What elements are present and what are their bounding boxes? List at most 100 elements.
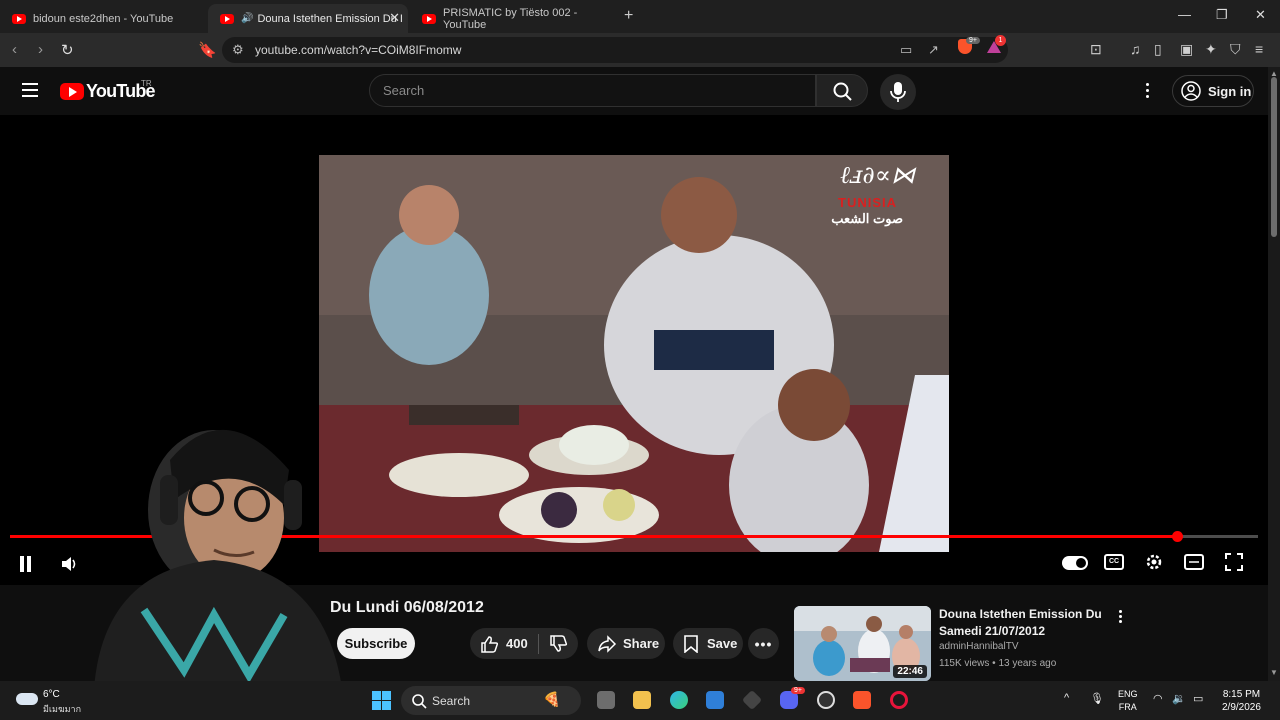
app-hexagon-icon[interactable]	[741, 689, 763, 711]
recommended-kebab-icon[interactable]	[1119, 610, 1123, 625]
page-scrollbar[interactable]: ▲ ▼	[1268, 67, 1280, 681]
voice-search-button[interactable]	[880, 74, 916, 110]
system-clock[interactable]: 8:15 PM 2/9/2026	[1222, 688, 1261, 714]
search-input[interactable]: Search	[369, 74, 816, 107]
share-label: Share	[623, 636, 660, 651]
scroll-down-icon[interactable]: ▼	[1270, 668, 1278, 677]
clock-date: 2/9/2026	[1222, 702, 1261, 713]
restore-icon[interactable]: ❐	[1216, 7, 1228, 23]
wifi-icon[interactable]: ◠	[1153, 692, 1163, 705]
theater-mode-icon[interactable]	[1184, 554, 1204, 570]
address-bar[interactable]: ⚙ youtube.com/watch?v=COiM8IFmomw ▭ ↗	[222, 37, 1008, 63]
bookmark-icon[interactable]: 🔖	[198, 41, 217, 59]
settings-gear-icon[interactable]	[1144, 552, 1164, 572]
account-icon	[1181, 81, 1201, 101]
battery-icon[interactable]: ▭	[1193, 692, 1203, 705]
recommended-meta: 115K views • 13 years ago	[939, 658, 1057, 669]
back-arrow-icon[interactable]: ‹	[12, 41, 17, 58]
thumbs-up-icon[interactable]	[480, 635, 500, 653]
autoplay-toggle[interactable]	[1062, 556, 1088, 570]
like-count[interactable]: 400	[506, 636, 528, 651]
save-button[interactable]: Save	[673, 628, 743, 659]
browser-menu-icon[interactable]: ≡	[1255, 41, 1263, 57]
search-highlight-icon: 🍕	[543, 691, 561, 707]
new-tab-plus-icon[interactable]: +	[624, 7, 633, 25]
search-placeholder: Search	[383, 83, 425, 98]
weather-description[interactable]: มีเมฆมาก	[43, 702, 81, 716]
recommended-title[interactable]: Douna Istethen Emission Du Samedi 21/07/…	[939, 606, 1109, 640]
subscribe-button[interactable]: Subscribe	[337, 628, 415, 659]
steam-icon[interactable]	[817, 691, 835, 709]
rewards-badge: 1	[995, 35, 1006, 46]
tab-douna-istethen[interactable]: 🔊 Douna Istethen Emission Du I ✕	[208, 4, 408, 33]
autoplay-knob	[1076, 558, 1086, 568]
speaker-tray-icon[interactable]: 🔉	[1172, 692, 1186, 705]
taskbar-search-label: Search	[432, 694, 471, 708]
share-button[interactable]: Share	[587, 628, 665, 659]
opera-icon[interactable]	[890, 691, 908, 709]
microphone-tray-icon[interactable]: 🎙	[1090, 692, 1104, 705]
vpn-icon[interactable]: ⛉	[1230, 41, 1241, 58]
youtube-logo-icon[interactable]	[60, 83, 84, 100]
reload-icon[interactable]: ↻	[61, 41, 74, 59]
input-language[interactable]: ENG FRA	[1118, 688, 1138, 714]
close-tab-icon[interactable]: ✕	[389, 10, 400, 26]
minimize-icon[interactable]: —	[1178, 7, 1191, 22]
taskbar-search-box[interactable]: Search 🍕	[401, 686, 581, 715]
microphone-icon	[890, 82, 906, 102]
shields-count-badge: 9+	[966, 37, 980, 44]
settings-kebab-icon[interactable]	[1146, 83, 1150, 101]
scroll-thumb[interactable]	[1271, 77, 1277, 237]
tab-bidoun[interactable]: bidoun este2dhen - YouTube	[0, 4, 206, 33]
file-explorer-icon[interactable]	[633, 691, 651, 709]
microsoft-store-icon[interactable]	[706, 691, 724, 709]
more-horizontal-icon: •••	[754, 635, 773, 652]
cast-icon[interactable]: ▭	[900, 42, 912, 58]
weather-temperature[interactable]: 6°C	[43, 689, 60, 700]
brave-taskbar-icon[interactable]	[853, 691, 871, 709]
sign-in-label: Sign in	[1208, 83, 1252, 99]
scrubber-handle[interactable]	[1171, 531, 1183, 542]
fullscreen-icon[interactable]	[1225, 553, 1243, 571]
site-settings-icon[interactable]: ⚙	[232, 42, 244, 58]
windows-start-icon[interactable]	[372, 691, 391, 710]
search-icon	[833, 82, 852, 101]
search-button[interactable]	[816, 74, 868, 107]
tab-prismatic[interactable]: PRISMATIC by Tiësto 002 - YouTube	[410, 4, 620, 33]
recommended-thumbnail[interactable]: 22:46	[794, 606, 931, 681]
watermark-arabic: صوت الشعب	[831, 211, 903, 226]
language-primary: ENG	[1118, 689, 1138, 699]
webcam-image	[94, 429, 342, 688]
sidebar-icon[interactable]: ▯	[1154, 41, 1162, 58]
thumbs-down-icon[interactable]	[549, 634, 569, 653]
edge-browser-icon[interactable]	[670, 691, 688, 709]
url-text[interactable]: youtube.com/watch?v=COiM8IFmomw	[255, 43, 461, 57]
weather-cloud-icon[interactable]	[16, 693, 38, 705]
window-close-icon[interactable]: ✕	[1255, 7, 1266, 23]
recommended-channel[interactable]: adminHannibalTV	[939, 641, 1019, 652]
music-icon[interactable]: ♫	[1130, 41, 1141, 57]
sign-in-button[interactable]: Sign in	[1172, 75, 1254, 107]
wallet-icon[interactable]: ▣	[1180, 41, 1193, 58]
tab-label: Douna Istethen Emission Du I	[257, 12, 403, 25]
forward-arrow-icon[interactable]: ›	[38, 41, 43, 58]
more-actions-button[interactable]: •••	[748, 628, 779, 659]
guide-menu-icon[interactable]	[22, 83, 38, 97]
share-page-icon[interactable]: ↗	[928, 42, 939, 58]
youtube-header: YouTube TR Search Sign in	[0, 67, 1268, 115]
pause-button[interactable]	[20, 556, 34, 572]
leo-ai-icon[interactable]: ✦	[1205, 41, 1217, 58]
reader-mode-icon[interactable]: ⊡	[1090, 41, 1102, 58]
video-frame[interactable]: ℓⅎ∂∝⋈ TUNISIA صوت الشعب	[319, 155, 949, 552]
taskbar-search-icon	[412, 694, 427, 709]
show-hidden-icons-chevron-icon[interactable]: ^	[1064, 692, 1069, 704]
task-view-icon[interactable]	[597, 691, 615, 709]
channel-watermark-logo: ℓⅎ∂∝⋈	[840, 161, 915, 189]
subtitles-button[interactable]: CC	[1104, 554, 1124, 570]
youtube-favicon-icon	[220, 13, 234, 24]
browser-tab-strip: bidoun este2dhen - YouTube 🔊 Douna Istet…	[0, 0, 1280, 33]
clock-time: 8:15 PM	[1222, 689, 1261, 700]
save-label: Save	[707, 636, 738, 651]
region-code: TR	[141, 79, 152, 88]
watermark-country: TUNISIA	[838, 195, 897, 210]
